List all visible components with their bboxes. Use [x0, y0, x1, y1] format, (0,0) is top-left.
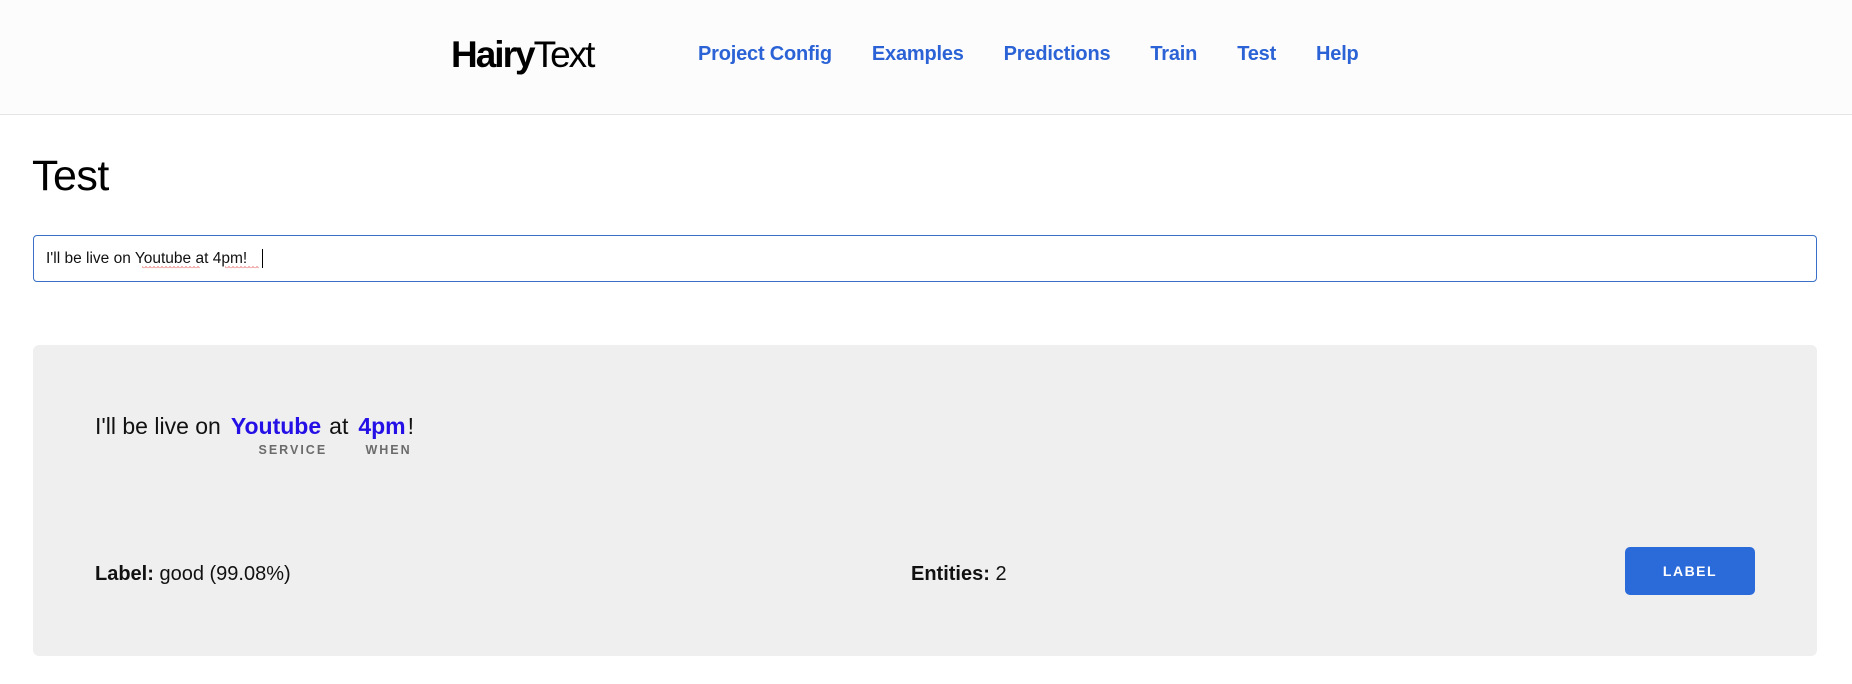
main-nav: Project Config Examples Predictions Trai… — [698, 40, 1359, 68]
sentence-text: ! — [407, 413, 415, 439]
entity-span[interactable]: 4pm WHEN — [358, 411, 409, 459]
entities-value: 2 — [995, 563, 1007, 585]
entities-key: Entities: — [911, 563, 990, 585]
app-logo[interactable]: HairyText — [451, 33, 596, 77]
nav-predictions[interactable]: Predictions — [1004, 40, 1111, 68]
sentence-text: I'll be live on — [95, 413, 221, 439]
entity-tag: SERVICE — [258, 443, 328, 457]
nav-examples[interactable]: Examples — [872, 40, 964, 68]
predicted-label: Label: good (99.08%) — [95, 561, 291, 587]
prediction-result-card: I'll be live on Youtube SERVICE at 4pm W… — [33, 345, 1817, 656]
sentence-text: at — [329, 413, 349, 439]
test-sentence-input[interactable] — [33, 235, 1817, 282]
label-button[interactable]: LABEL — [1625, 547, 1755, 595]
text-caret — [262, 249, 263, 268]
nav-help[interactable]: Help — [1316, 40, 1359, 68]
entity-text: 4pm — [358, 413, 406, 439]
label-key: Label: — [95, 563, 154, 585]
page-title: Test — [32, 152, 109, 200]
entity-span[interactable]: Youtube SERVICE — [230, 411, 325, 459]
label-value: good (99.08%) — [159, 563, 291, 585]
spellcheck-underline-4pm — [225, 266, 259, 269]
nav-project-config[interactable]: Project Config — [698, 40, 832, 68]
top-header: HairyText Project Config Examples Predic… — [0, 0, 1852, 115]
entity-tag: WHEN — [365, 443, 412, 457]
entity-count: Entities: 2 — [911, 561, 1007, 587]
tagged-sentence: I'll be live on Youtube SERVICE at 4pm W… — [95, 411, 414, 459]
nav-train[interactable]: Train — [1150, 40, 1197, 68]
logo-text: Text — [533, 34, 596, 75]
spellcheck-underline-youtube — [142, 266, 200, 269]
nav-test[interactable]: Test — [1237, 40, 1276, 68]
logo-hairy: Hairy — [451, 34, 536, 75]
entity-text: Youtube — [230, 413, 322, 439]
